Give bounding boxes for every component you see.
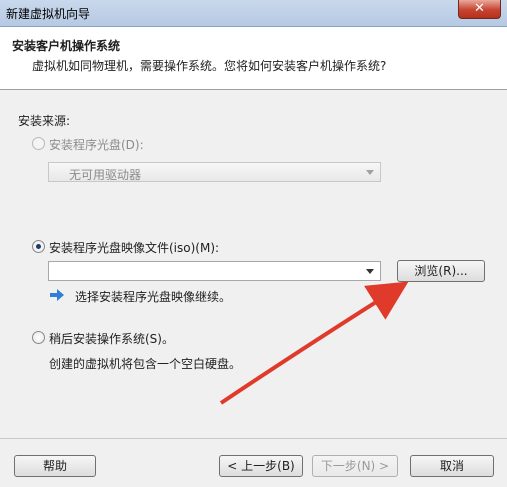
close-button[interactable]: ✕	[458, 0, 501, 19]
page-subtitle: 虚拟机如同物理机，需要操作系统。您将如何安装客户机操作系统?	[32, 59, 387, 73]
later-radio[interactable]	[32, 331, 45, 344]
wizard-footer: 帮助 < 上一步(B) 下一步(N) > 取消	[0, 439, 507, 487]
install-source-label: 安装来源:	[18, 114, 71, 128]
iso-hint-text: 选择安装程序光盘映像继续。	[75, 290, 232, 304]
drive-select-value: 无可用驱动器	[69, 168, 142, 182]
blue-arrow-icon	[50, 289, 64, 301]
title-bar: 新建虚拟机向导 ✕	[0, 0, 507, 27]
window-title: 新建虚拟机向导	[6, 7, 91, 21]
iso-radio[interactable]	[32, 240, 45, 253]
later-description: 创建的虚拟机将包含一个空白硬盘。	[49, 357, 242, 371]
dropdown-arrow-icon	[366, 170, 374, 175]
browse-button[interactable]: 浏览(R)...	[397, 260, 485, 282]
wizard-content: 安装来源: 安装程序光盘(D): 无可用驱动器 安装程序光盘映像文件(iso)(…	[0, 90, 507, 438]
dropdown-arrow-icon	[366, 269, 374, 274]
iso-path-input[interactable]	[48, 261, 381, 281]
disc-radio[interactable]	[32, 137, 45, 150]
cancel-button[interactable]: 取消	[410, 455, 494, 477]
back-button[interactable]: < 上一步(B)	[219, 455, 303, 477]
disc-radio-label[interactable]: 安装程序光盘(D):	[49, 136, 144, 153]
iso-radio-label[interactable]: 安装程序光盘映像文件(iso)(M):	[49, 239, 219, 256]
page-title: 安装客户机操作系统	[12, 39, 121, 53]
radio-selected-dot	[36, 244, 41, 249]
drive-select[interactable]: 无可用驱动器	[48, 162, 381, 182]
later-radio-label[interactable]: 稍后安装操作系统(S)。	[49, 330, 174, 347]
wizard-header: 安装客户机操作系统 虚拟机如同物理机，需要操作系统。您将如何安装客户机操作系统?	[0, 27, 507, 90]
next-button[interactable]: 下一步(N) >	[312, 455, 398, 477]
close-icon: ✕	[474, 1, 485, 16]
help-button[interactable]: 帮助	[14, 455, 96, 477]
